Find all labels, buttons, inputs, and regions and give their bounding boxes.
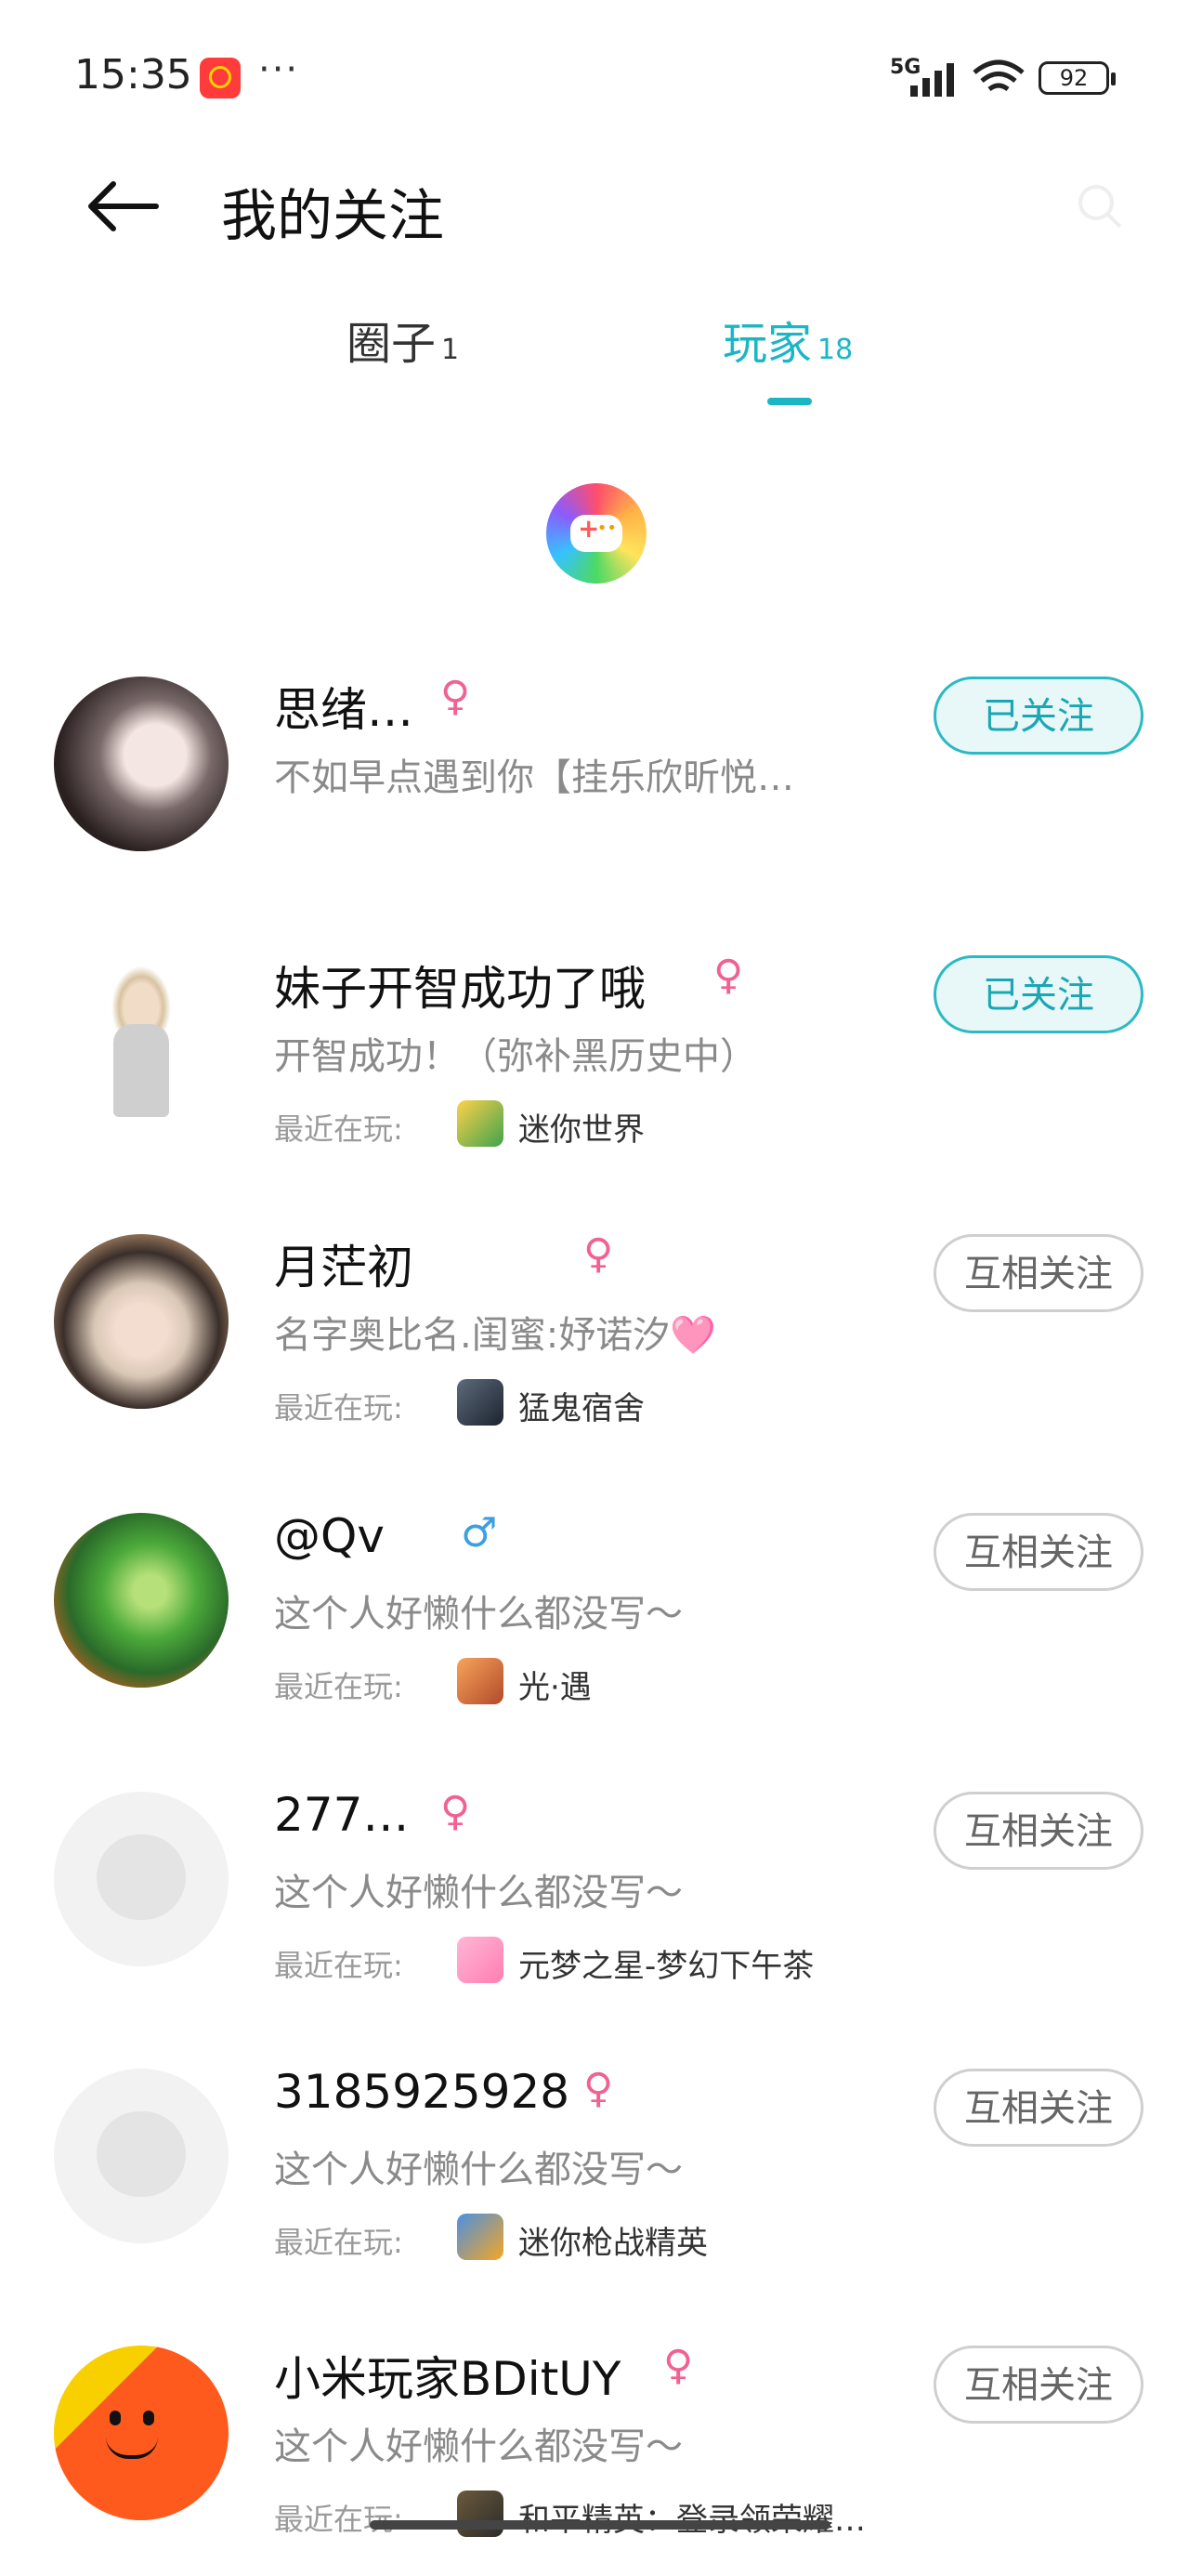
user-name: 3185925928 xyxy=(274,2065,570,2119)
mutual-follow-button[interactable]: 互相关注 xyxy=(934,2346,1143,2424)
male-icon: ♂ xyxy=(461,1509,498,1557)
search-icon[interactable] xyxy=(1076,182,1124,230)
female-icon: ♀ xyxy=(440,1788,471,1835)
recent-label: 最近在玩: xyxy=(274,1948,403,1983)
user-row[interactable]: @Qv ♂ 这个人好懒什么都没写～ 最近在玩: 光·遇 互相关注 xyxy=(0,1487,1189,1728)
tab-circles[interactable]: 圈子 1 xyxy=(346,307,459,372)
battery-icon: 92 xyxy=(1039,61,1116,95)
user-row[interactable]: 妹子开智成功了哦 ♀ 开智成功！（弥补黑历史中） 最近在玩: 迷你世界 已关注 xyxy=(0,929,1189,1171)
home-indicator[interactable] xyxy=(370,2520,830,2530)
recent-game-name[interactable]: 迷你世界 xyxy=(518,1104,645,1150)
user-row[interactable]: 3185925928 ♀ 这个人好懒什么都没写～ 最近在玩: 迷你枪战精英 互相… xyxy=(0,2043,1189,2284)
game-controller-icon xyxy=(546,483,647,584)
user-name: @Qv xyxy=(274,1509,385,1563)
user-bio: 开智成功！（弥补黑历史中） xyxy=(274,1035,757,1078)
avatar[interactable] xyxy=(54,1234,229,1409)
status-bar: 15:35 ··· 5G 92 xyxy=(0,0,1189,139)
user-bio: 这个人好懒什么都没写～ xyxy=(274,1593,683,1636)
game-icon-mini-world[interactable] xyxy=(457,1100,503,1147)
game-icon-peacekeeper-elite[interactable] xyxy=(457,2491,503,2537)
tab-players-count: 18 xyxy=(817,334,854,366)
recent-label: 最近在玩: xyxy=(274,1111,403,1147)
user-bio: 不如早点遇到你【挂乐欣昕悦… xyxy=(274,756,794,799)
avatar[interactable] xyxy=(54,1513,229,1688)
recent-game-name[interactable]: 迷你枪战精英 xyxy=(518,2217,708,2263)
female-icon: ♀ xyxy=(583,1230,614,1278)
app-notification-icon xyxy=(200,58,241,99)
user-name: 月茫初 xyxy=(274,1241,413,1295)
game-icon-ghost-dorm[interactable] xyxy=(457,1379,503,1426)
recent-label: 最近在玩: xyxy=(274,1669,403,1704)
tab-players[interactable]: 玩家 18 xyxy=(723,307,853,372)
mutual-follow-button[interactable]: 互相关注 xyxy=(934,1513,1143,1591)
mutual-follow-button[interactable]: 互相关注 xyxy=(934,1792,1143,1870)
active-tab-indicator xyxy=(767,398,812,405)
wifi-icon xyxy=(973,59,1025,92)
page-title: 我的关注 xyxy=(221,184,444,249)
default-avatar[interactable] xyxy=(54,2069,229,2243)
followed-button[interactable]: 已关注 xyxy=(934,955,1143,1033)
user-name: 妹子开智成功了哦 xyxy=(274,962,646,1016)
recent-label: 最近在玩: xyxy=(274,2502,403,2537)
back-arrow-icon[interactable] xyxy=(85,178,160,234)
user-bio: 名字奥比名.闺蜜:妤诺汐🩷 xyxy=(274,1314,716,1357)
recent-game-name[interactable]: 猛鬼宿舍 xyxy=(518,1383,645,1428)
status-time: 15:35 xyxy=(74,51,192,99)
avatar[interactable] xyxy=(54,677,229,851)
female-icon: ♀ xyxy=(440,673,471,720)
user-bio: 这个人好懒什么都没写～ xyxy=(274,2425,683,2468)
followed-button[interactable]: 已关注 xyxy=(934,677,1143,755)
avatar[interactable] xyxy=(54,955,229,1130)
more-notifications-icon: ··· xyxy=(258,48,300,91)
default-avatar[interactable] xyxy=(54,1792,229,1966)
mutual-follow-button[interactable]: 互相关注 xyxy=(934,1234,1143,1312)
user-row[interactable]: 277… ♀ 这个人好懒什么都没写～ 最近在玩: 元梦之星-梦幻下午茶 互相关注 xyxy=(0,1766,1189,2007)
user-row[interactable]: 月茫初 ♀ 名字奥比名.闺蜜:妤诺汐🩷 最近在玩: 猛鬼宿舍 互相关注 xyxy=(0,1208,1189,1450)
female-icon: ♀ xyxy=(713,952,744,999)
tab-circles-label: 圈子 xyxy=(346,318,437,370)
user-name: 小米玩家BDitUY xyxy=(274,2352,621,2406)
user-bio: 这个人好懒什么都没写～ xyxy=(274,1872,683,1914)
signal-icon xyxy=(910,59,973,97)
tab-circles-count: 1 xyxy=(441,334,460,366)
avatar[interactable] xyxy=(54,2346,229,2520)
game-icon-sky[interactable] xyxy=(457,1658,503,1704)
female-icon: ♀ xyxy=(663,2342,694,2389)
recent-game-name[interactable]: 和平精英：登录领荣耀… xyxy=(518,2494,866,2540)
game-icon-yuanmeng[interactable] xyxy=(457,1937,503,1983)
tab-players-label: 玩家 xyxy=(723,318,813,370)
game-icon-mini-gun[interactable] xyxy=(457,2214,503,2260)
mutual-follow-button[interactable]: 互相关注 xyxy=(934,2069,1143,2147)
female-icon: ♀ xyxy=(583,2065,614,2112)
recent-label: 最近在玩: xyxy=(274,2225,403,2260)
user-row[interactable]: 思绪… ♀ 不如早点遇到你【挂乐欣昕悦… 已关注 xyxy=(0,651,1189,892)
recent-game-name[interactable]: 光·遇 xyxy=(518,1662,592,1707)
recent-game-name[interactable]: 元梦之星-梦幻下午茶 xyxy=(518,1940,814,1986)
user-name: 思绪… xyxy=(274,683,413,737)
recent-label: 最近在玩: xyxy=(274,1390,403,1426)
user-name: 277… xyxy=(274,1788,410,1842)
user-bio: 这个人好懒什么都没写～ xyxy=(274,2149,683,2191)
